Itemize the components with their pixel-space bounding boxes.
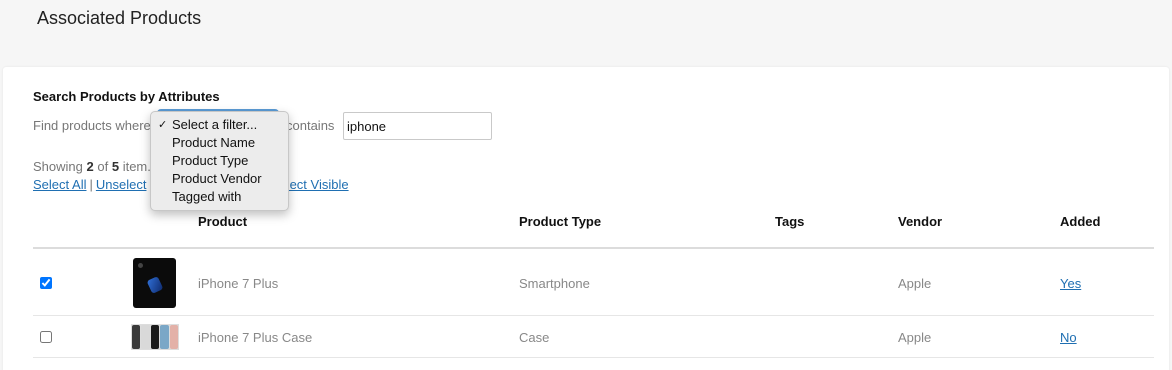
added-link[interactable]: Yes bbox=[1060, 276, 1081, 291]
page-title: Associated Products bbox=[37, 8, 202, 28]
filter-option[interactable]: ✓ Select a filter... bbox=[151, 116, 288, 134]
checkmark-icon: ✓ bbox=[158, 119, 168, 131]
iphone-cases-icon bbox=[131, 324, 179, 350]
filter-option-label: Product Vendor bbox=[172, 171, 262, 186]
filter-option-label: Tagged with bbox=[172, 189, 242, 204]
search-heading: Search Products by Attributes bbox=[33, 89, 220, 104]
filter-option[interactable]: Product Type bbox=[151, 152, 288, 170]
column-header-added[interactable]: Added bbox=[1060, 214, 1100, 229]
showing-count: Showing 2 of 5 item... bbox=[33, 159, 158, 174]
column-header-product-type[interactable]: Product Type bbox=[519, 214, 601, 229]
product-name: iPhone 7 Plus bbox=[198, 276, 279, 291]
product-type: Case bbox=[519, 330, 550, 345]
showing-total-value: 5 bbox=[111, 159, 120, 174]
showing-count-value: 2 bbox=[86, 159, 94, 174]
filter-dropdown-menu: ✓ Select a filter... Product Name Product… bbox=[150, 111, 289, 211]
separator: | bbox=[89, 177, 93, 192]
contains-label: contains bbox=[286, 118, 335, 133]
added-link[interactable]: No bbox=[1060, 330, 1077, 345]
unselect-link[interactable]: Unselect bbox=[96, 177, 147, 192]
column-header-vendor[interactable]: Vendor bbox=[898, 214, 942, 229]
product-type: Smartphone bbox=[519, 276, 590, 291]
select-visible-link[interactable]: elect Visible bbox=[279, 177, 348, 192]
filter-option[interactable]: Tagged with bbox=[151, 188, 288, 206]
showing-prefix: Showing bbox=[33, 159, 83, 174]
iphone-black-icon bbox=[133, 258, 176, 308]
table-row: iPhone 7 Plus Smartphone Apple Yes bbox=[33, 249, 1154, 316]
filter-option[interactable]: Product Vendor bbox=[151, 170, 288, 188]
filter-option-label: Product Name bbox=[172, 135, 256, 150]
filter-option-label: Product Type bbox=[172, 153, 249, 168]
column-header-product[interactable]: Product bbox=[198, 214, 247, 229]
product-name: iPhone 7 Plus Case bbox=[198, 330, 313, 345]
search-input[interactable] bbox=[343, 112, 492, 140]
filter-option[interactable]: Product Name bbox=[151, 134, 288, 152]
showing-of: of bbox=[97, 159, 109, 174]
row-checkbox[interactable] bbox=[40, 277, 52, 289]
product-vendor: Apple bbox=[898, 276, 932, 291]
row-checkbox[interactable] bbox=[40, 331, 52, 343]
find-label: Find products where bbox=[33, 118, 151, 133]
table-row: iPhone 7 Plus Case Case Apple No bbox=[33, 316, 1154, 358]
filter-option-label: Select a filter... bbox=[172, 117, 258, 132]
product-vendor: Apple bbox=[898, 330, 932, 345]
select-all-link[interactable]: Select All bbox=[33, 177, 86, 192]
column-header-tags[interactable]: Tags bbox=[775, 214, 804, 229]
